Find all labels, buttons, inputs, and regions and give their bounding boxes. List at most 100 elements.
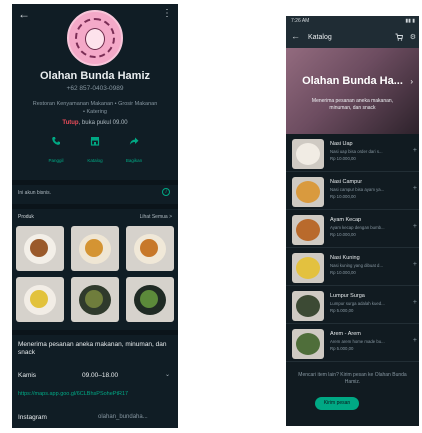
opening-time: , buka pukul 09.00 — [78, 120, 128, 126]
status-time: 7:26 AM — [291, 18, 310, 24]
share-icon — [114, 136, 154, 150]
item-name: Nasi Uap — [330, 141, 353, 147]
catalog-footer-text: Mencari item lain? Kirim pesan ke Olahan… — [298, 372, 407, 385]
item-name: Ayam Kecap — [330, 217, 362, 223]
instagram-handle[interactable]: olahan_bundaha... — [98, 414, 148, 420]
item-description: Ayam kecap dengan bumb... — [330, 225, 385, 230]
plate-image — [296, 257, 320, 279]
catalog-banner[interactable]: Olahan Bunda Ha... › Menerima pesanan an… — [286, 48, 419, 134]
catalog-item[interactable]: Lumpur Surga Lumpur surga adalah kued...… — [286, 286, 419, 324]
plate-image — [296, 181, 320, 203]
send-message-button[interactable]: Kirim pesan — [315, 397, 359, 410]
add-icon[interactable]: + — [413, 299, 417, 306]
business-hours-status: Tutup, buka pukul 09.00 — [12, 120, 178, 126]
storefront-icon — [75, 136, 115, 150]
chevron-down-icon[interactable]: ⌄ — [165, 371, 170, 378]
item-photo — [292, 139, 324, 169]
business-avatar[interactable] — [67, 10, 123, 66]
business-name: Olahan Bunda Hamiz — [39, 70, 151, 82]
hours-day: Kamis — [18, 372, 37, 379]
gear-icon[interactable]: ⚙ — [410, 33, 416, 41]
item-price: Rp 10.000,00 — [330, 194, 356, 199]
back-arrow-icon[interactable]: ← — [291, 31, 300, 41]
hours-time: 09.00–18.00 — [82, 372, 119, 379]
back-arrow-icon[interactable]: ← — [18, 7, 30, 21]
item-photo — [292, 215, 324, 245]
maps-link[interactable]: https://maps.app.goo.gl/6CLBhsPSohePtR17 — [18, 391, 128, 398]
share-button[interactable]: Bagikan — [114, 136, 154, 163]
catalog-item[interactable]: Nasi Uap Nasi uap bisa order dari s... R… — [286, 134, 419, 172]
closed-label: Tutup — [62, 120, 79, 126]
item-photo — [292, 329, 324, 359]
product-thumbnail[interactable] — [71, 226, 119, 271]
plate-image — [296, 143, 320, 165]
plate-image — [296, 333, 320, 355]
business-about: Ini akun bisnis. — [18, 190, 52, 196]
section-divider — [12, 204, 178, 209]
more-options-icon[interactable]: ⋮ — [162, 8, 172, 19]
item-price: Rp 5.000,00 — [330, 346, 354, 351]
food-image — [85, 290, 103, 308]
banner-description: Menerima pesanan aneka makanan, minuman,… — [311, 98, 394, 111]
phone-icon — [36, 136, 76, 150]
product-thumbnail[interactable] — [126, 277, 174, 322]
business-profile-screen: ← ⋮ Olahan Bunda Hamiz +62 857-0403-0989… — [12, 4, 178, 428]
instagram-label: Instagram — [18, 414, 47, 421]
business-description: Menerima pesanan aneka makanan, minuman,… — [18, 341, 167, 356]
item-description: Arem arem home made bu... — [330, 339, 385, 344]
section-divider — [12, 180, 178, 185]
status-bar: 7:26 AM ▮▮ ▮ — [286, 16, 419, 28]
add-icon[interactable]: + — [413, 223, 417, 230]
add-icon[interactable]: + — [413, 147, 417, 154]
catalog-item[interactable]: Arem - Arem Arem arem home made bu... Rp… — [286, 324, 419, 362]
food-image — [30, 239, 48, 257]
call-label: Panggil — [48, 158, 64, 163]
banner-business-name: Olahan Bunda Ha... — [302, 75, 403, 87]
banner-shade — [286, 48, 419, 134]
item-description: Nasi campur bisa ayam ya... — [330, 187, 385, 192]
plate-image — [296, 295, 320, 317]
item-name: Nasi Kuning — [330, 255, 360, 261]
product-thumbnail[interactable] — [126, 226, 174, 271]
chevron-right-icon: › — [410, 77, 413, 86]
catalog-header: ← Katalog ⚙ — [286, 28, 419, 48]
catalog-item[interactable]: Nasi Kuning Nasi kuning yang dibuat d...… — [286, 248, 419, 286]
signal-battery-icon: ▮▮ ▮ — [405, 18, 415, 24]
call-button[interactable]: Panggil — [36, 136, 76, 163]
add-icon[interactable]: + — [413, 337, 417, 344]
profile-actions: Panggil Katalog Bagikan — [12, 136, 178, 176]
food-image — [140, 290, 158, 308]
catalog-title: Katalog — [308, 34, 332, 41]
product-thumbnail[interactable] — [16, 226, 64, 271]
product-thumbnail[interactable] — [16, 277, 64, 322]
catalog-item[interactable]: Nasi Campur Nasi campur bisa ayam ya... … — [286, 172, 419, 210]
business-category: Restoran Kenyamanan Makanan • Grosir Mak… — [32, 101, 158, 115]
item-price: Rp 10.000,00 — [330, 270, 356, 275]
item-price: Rp 5.000,00 — [330, 308, 354, 313]
item-name: Lumpur Surga — [330, 293, 365, 299]
item-description: Nasi uap bisa order dari s... — [330, 149, 383, 154]
item-photo — [292, 291, 324, 321]
product-thumbnail[interactable] — [71, 277, 119, 322]
catalog-item[interactable]: Ayam Kecap Ayam kecap dengan bumb... Rp … — [286, 210, 419, 248]
catalog-button[interactable]: Katalog — [75, 136, 115, 163]
plate-image — [296, 219, 320, 241]
info-icon[interactable]: i — [162, 188, 170, 196]
item-description: Lumpur surga adalah kued... — [330, 301, 385, 306]
item-photo — [292, 253, 324, 283]
cart-icon[interactable] — [395, 33, 404, 43]
item-description: Nasi kuning yang dibuat d... — [330, 263, 384, 268]
add-icon[interactable]: + — [413, 185, 417, 192]
add-icon[interactable]: + — [413, 261, 417, 268]
item-price: Rp 10.000,00 — [330, 232, 356, 237]
item-price: Rp 10.000,00 — [330, 156, 356, 161]
see-all-products-link[interactable]: Lihat Semua > — [140, 214, 172, 220]
catalog-label: Katalog — [87, 158, 103, 163]
share-label: Bagikan — [125, 158, 143, 163]
products-heading: Produk — [18, 214, 34, 220]
food-image — [140, 239, 158, 257]
item-name: Arem - Arem — [330, 331, 361, 337]
food-image — [30, 290, 48, 308]
item-photo — [292, 177, 324, 207]
business-phone: +62 857-0403-0989 — [66, 85, 124, 92]
